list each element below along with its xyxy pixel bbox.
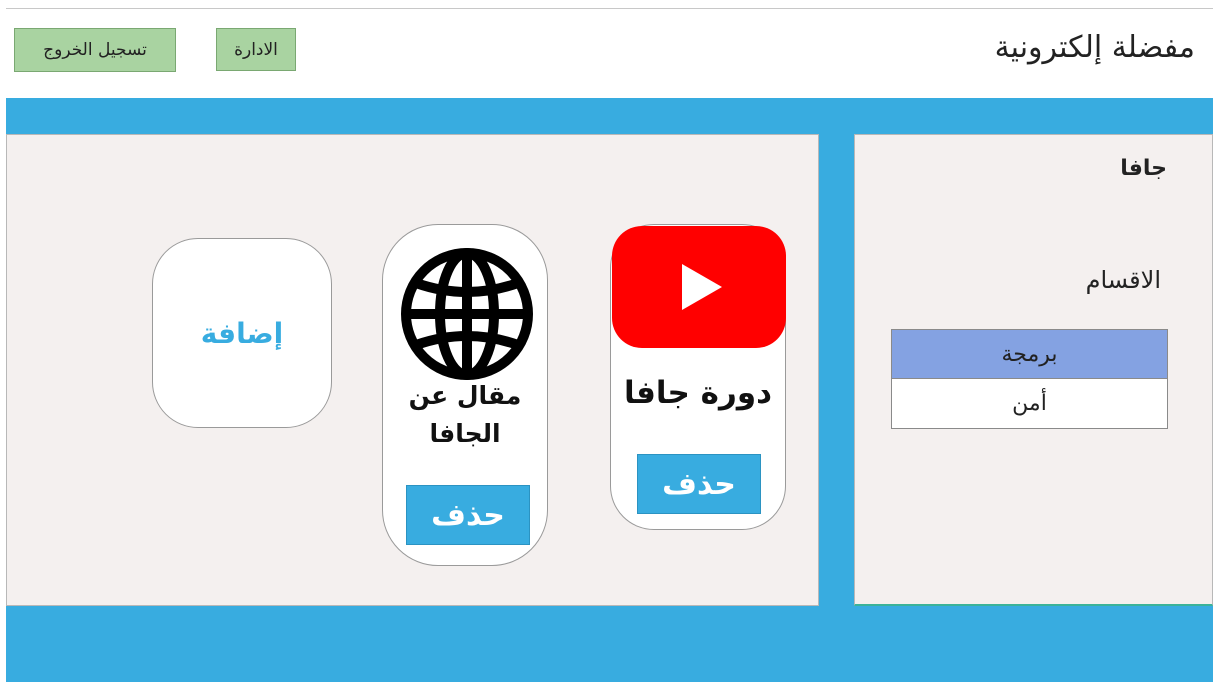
- youtube-play-icon: [612, 226, 786, 348]
- section-item-security[interactable]: أمن: [892, 379, 1167, 428]
- logout-button[interactable]: تسجيل الخروج: [14, 28, 176, 72]
- bookmark-card-video[interactable]: دورة جافا حذف: [610, 224, 786, 530]
- top-divider: [6, 8, 1213, 9]
- sections-list: برمجة أمن: [891, 329, 1168, 429]
- section-item-programming[interactable]: برمجة: [892, 330, 1167, 379]
- globe-icon: [401, 248, 533, 380]
- delete-button[interactable]: حذف: [637, 454, 761, 514]
- add-label: إضافة: [200, 316, 284, 350]
- add-bookmark-button[interactable]: إضافة: [152, 238, 332, 428]
- bookmark-title: مقال عن الجافا: [408, 381, 522, 448]
- admin-button[interactable]: الادارة: [216, 28, 296, 71]
- bookmark-title: دورة جافا: [623, 375, 773, 411]
- sections-heading: الاقسام: [1085, 266, 1161, 294]
- bookmark-card-article[interactable]: مقال عن الجافا حذف: [382, 224, 548, 566]
- category-title: جافا: [1120, 156, 1167, 181]
- app-title: مفضلة إلكترونية: [994, 30, 1195, 65]
- delete-button[interactable]: حذف: [406, 485, 530, 545]
